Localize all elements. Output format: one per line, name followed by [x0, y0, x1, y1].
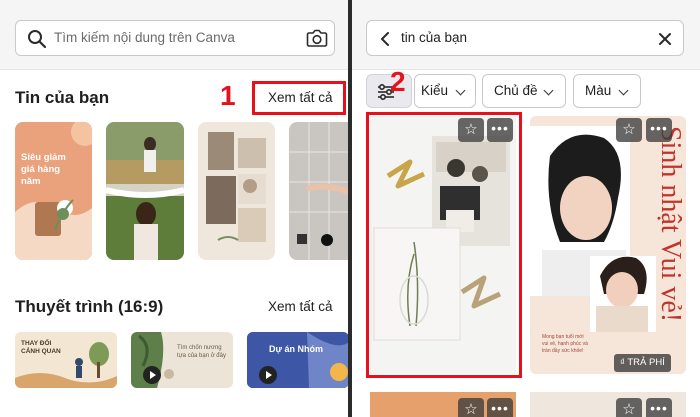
- presentation-card[interactable]: Dự án Nhóm: [247, 332, 348, 388]
- more-options-icon[interactable]: •••: [646, 398, 672, 417]
- presentation-card[interactable]: Tìm chốn nương tựa của bạn ở đây: [131, 332, 233, 388]
- story-card[interactable]: [106, 122, 184, 260]
- result-template[interactable]: ☆ •••: [530, 392, 686, 417]
- more-options-icon[interactable]: •••: [487, 398, 513, 417]
- story-card[interactable]: [289, 122, 348, 260]
- presentation-card[interactable]: THAY ĐỔI CẢNH QUAN: [15, 332, 117, 388]
- your-stories-see-all-link[interactable]: Xem tất cả: [268, 90, 333, 105]
- filter-style-label: Kiểu: [421, 83, 449, 98]
- story-card[interactable]: [198, 122, 275, 260]
- filter-style-dropdown[interactable]: Kiểu: [414, 74, 476, 108]
- presentations-title: Thuyết trình (16:9): [15, 297, 164, 316]
- chevron-down-icon: [543, 85, 554, 96]
- chevron-left-icon[interactable]: [379, 31, 391, 47]
- right-header: tin của bạn: [352, 0, 700, 70]
- story-card-art: [15, 122, 92, 260]
- search-placeholder: Tìm kiếm nội dung trên Canva: [54, 30, 235, 45]
- filter-topic-dropdown[interactable]: Chủ đề: [482, 74, 566, 108]
- left-header: Tìm kiếm nội dung trên Canva: [0, 0, 348, 70]
- paid-badge: ₫ TRẢ PHÍ: [614, 354, 671, 372]
- presentation-title-line1: Tìm chốn nương: [177, 345, 222, 351]
- filter-color-label: Màu: [585, 83, 612, 98]
- more-options-icon[interactable]: •••: [646, 118, 672, 142]
- presentation-title-line2: CẢNH QUAN: [21, 348, 61, 355]
- play-icon: [143, 366, 161, 384]
- result-template[interactable]: ☆ •••: [370, 392, 516, 417]
- left-panel: Tìm kiếm nội dung trên Canva Tin của bạn…: [0, 0, 348, 417]
- filter-topic-label: Chủ đề: [494, 83, 538, 98]
- story-card-art: [289, 122, 348, 260]
- story-card-art: [106, 122, 184, 260]
- filter-color-dropdown[interactable]: Màu: [573, 74, 641, 108]
- presentation-title-line1: Dự án Nhóm: [269, 344, 324, 354]
- birthday-caption: Mong bạn tuổi mới vui vẻ, hạnh phúc và t…: [542, 334, 588, 354]
- star-icon[interactable]: ☆: [616, 118, 642, 142]
- close-icon[interactable]: [657, 31, 673, 47]
- birthday-title: Sinh nhật Vui vẻ!: [655, 126, 686, 323]
- search-query[interactable]: tin của bạn: [401, 30, 467, 45]
- play-icon: [259, 366, 277, 384]
- result-template-birthday[interactable]: Sinh nhật Vui vẻ! Mong bạn tuổi mới vui …: [530, 116, 686, 374]
- step-marker-2: 2: [390, 66, 406, 97]
- story-card-art: [198, 122, 275, 260]
- story-card-headline: Siêu giảm giá hàng năm: [21, 152, 66, 187]
- presentation-title-line1: THAY ĐỔI: [21, 340, 52, 347]
- your-stories-title: Tin của bạn: [15, 88, 110, 107]
- step-marker-1: 1: [220, 80, 236, 111]
- chevron-down-icon: [455, 85, 466, 96]
- search-field[interactable]: tin của bạn: [366, 20, 684, 56]
- search-icon: [28, 30, 47, 49]
- story-card[interactable]: Siêu giảm giá hàng năm: [15, 122, 92, 260]
- star-icon[interactable]: ☆: [616, 398, 642, 417]
- chevron-down-icon: [618, 85, 629, 96]
- camera-icon[interactable]: [306, 28, 328, 48]
- right-panel: tin của bạn 2 Kiểu Chủ đề Màu ☆ ••• Sinh…: [352, 0, 700, 417]
- star-icon[interactable]: ☆: [458, 398, 484, 417]
- highlight-first-result: [366, 112, 522, 378]
- presentations-see-all-link[interactable]: Xem tất cả: [268, 299, 333, 314]
- search-input[interactable]: Tìm kiếm nội dung trên Canva: [15, 20, 335, 56]
- presentation-title-line2: tựa của bạn ở đây: [177, 353, 226, 359]
